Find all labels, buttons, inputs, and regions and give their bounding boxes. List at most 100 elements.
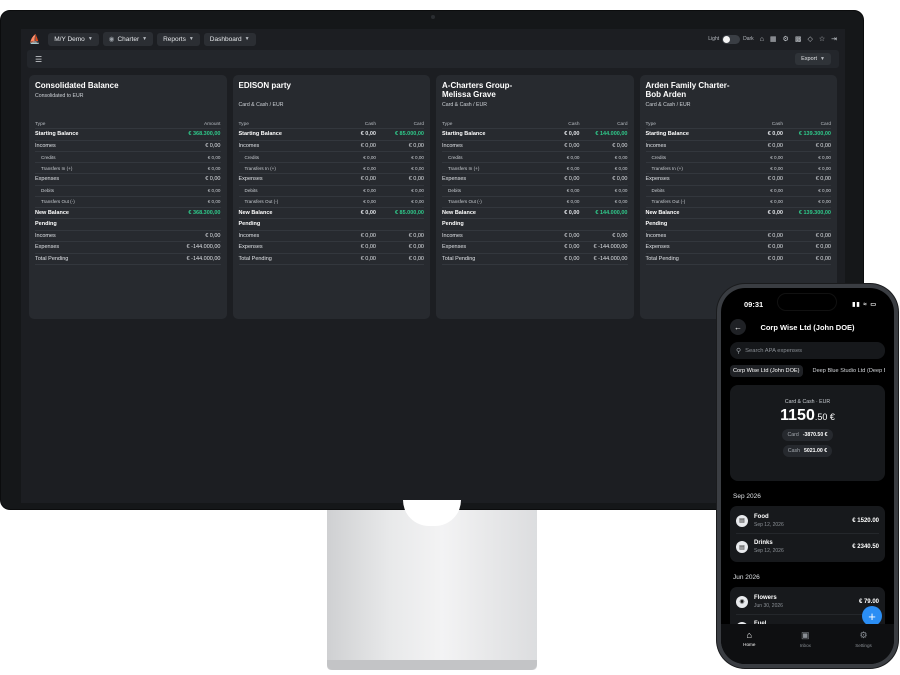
row-cash: € 0,00 [767, 232, 783, 239]
tab-corp-wise[interactable]: Corp Wise Ltd (John DOE) [730, 365, 803, 377]
transaction-name: Food [754, 513, 769, 520]
table-row: Starting Balance € 0,00 € 139.300,00 [645, 129, 831, 141]
row-value: € 0,00 [818, 154, 831, 160]
col-card: Card [617, 122, 628, 127]
row-value: € 0,00 [614, 199, 628, 204]
table-row: Credits € 0,00 [35, 152, 221, 163]
col-type: Type [238, 122, 249, 127]
tab-home[interactable]: ⌂ Home [743, 630, 755, 664]
menu-charter[interactable]: ◉ Charter ▼ [102, 32, 154, 46]
search-bar[interactable]: ⚲ [730, 342, 885, 359]
tab-inbox[interactable]: ▣ Inbox [800, 630, 811, 664]
card-value: -3870.50 € [802, 432, 828, 438]
boat-logo-icon[interactable]: ⛵ [29, 34, 40, 45]
table-row: New Balance € 0,00 € 85.000,00 [238, 208, 424, 219]
row-label: Transfers In (+) [651, 165, 683, 171]
menu-dashboard[interactable]: Dashboard ▼ [203, 32, 256, 46]
table-row: Total Pending € 0,00 € 0,00 [645, 254, 831, 265]
row-value: € 0,00 [411, 199, 424, 204]
card-subtitle: Card & Cash / EUR [442, 102, 487, 108]
row-label: Incomes [238, 142, 260, 149]
row-label: Starting Balance [238, 131, 282, 138]
table-row: Expenses € 0,00 € 0,00 [238, 242, 424, 254]
row-value: € 368.300,00 [188, 209, 221, 216]
tag-icon[interactable]: ◇ [807, 35, 812, 43]
row-label: Credits [244, 154, 260, 160]
list-item[interactable]: ▤ Drinks Sep 12, 2026 € 2340.50 [736, 534, 879, 560]
table-row: Expenses € -144.000,00 [35, 242, 221, 254]
mobile-phone: 09:31 ▮▮ ≈ ▭ ← Corp Wise Ltd (John DOE) … [717, 284, 898, 668]
add-expense-button[interactable]: + [862, 606, 882, 626]
list-item[interactable]: ▤ Food Sep 12, 2026 € 1520.00 [736, 508, 879, 534]
tab-deep-blue[interactable]: Deep Blue Studio Ltd (Deep Blu [811, 365, 885, 377]
row-label: Debits [41, 188, 55, 193]
row-value: € 0,00 [612, 176, 628, 183]
row-value: € 0,00 [408, 255, 424, 262]
table-header: Type Amount [35, 121, 221, 129]
section-month-title: Jun 2026 [733, 574, 760, 581]
row-label: Expenses [645, 244, 670, 251]
settings-icon[interactable]: ⚙ [783, 35, 789, 43]
menu-vessel-label: M/Y Demo [54, 35, 85, 43]
table-row: Incomes € 0,00 € 0,00 [645, 231, 831, 242]
table-row: Transfers In (+) € 0,00 € 0,00 [645, 163, 831, 174]
row-label: Expenses [645, 176, 670, 183]
table-row: Incomes € 0,00 € 0,00 [442, 141, 628, 152]
row-value: € 139.300,00 [798, 209, 831, 216]
menu-vessel[interactable]: M/Y Demo ▼ [48, 32, 99, 46]
export-button[interactable]: Export ▼ [795, 53, 831, 65]
table-row: Debits € 0,00 € 0,00 [238, 186, 424, 197]
row-label: Transfers In (+) [41, 165, 73, 171]
table-row: Transfers In (+) € 0,00 € 0,00 [442, 163, 628, 174]
chevron-down-icon: ▼ [244, 36, 250, 42]
row-value: € 368.300,00 [188, 131, 221, 138]
phone-header: ← Corp Wise Ltd (John DOE) [730, 316, 885, 338]
row-label: Starting Balance [645, 131, 689, 138]
row-value: € 0,00 [614, 188, 628, 193]
row-label: Incomes [35, 142, 56, 149]
table-row: Total Pending € 0,00 € -144.000,00 [442, 254, 628, 265]
row-cash: € 0,00 [360, 209, 376, 216]
col-type: Type [645, 122, 656, 127]
list-item[interactable]: ◉ Flowers Jun 30, 2026 € 79.00 [736, 589, 879, 615]
theme-toggle[interactable] [722, 34, 741, 44]
row-cash: € 0,00 [363, 199, 376, 204]
row-cash: € 0,00 [360, 232, 376, 239]
globe-icon: ◉ [108, 36, 115, 43]
home-icon[interactable]: ⌂ [760, 36, 764, 43]
table-row: Expenses € 0,00 € 0,00 [238, 174, 424, 186]
balance-integer: 1150 [780, 407, 815, 424]
logout-icon[interactable]: ⇥ [831, 35, 837, 43]
row-label: Incomes [442, 232, 463, 239]
status-time: 09:31 [744, 299, 764, 309]
search-input[interactable] [745, 347, 876, 354]
row-cash: € 0,00 [770, 199, 783, 204]
hamburger-menu-icon[interactable]: ☰ [35, 55, 42, 64]
row-cash: € 0,00 [360, 176, 376, 183]
row-label: Starting Balance [35, 131, 79, 138]
row-value: € 85.000,00 [394, 209, 424, 216]
row-cash: € 0,00 [363, 165, 376, 171]
row-value: € 0,00 [612, 232, 628, 239]
row-label: Incomes [442, 142, 463, 149]
phone-page-title: Corp Wise Ltd (John DOE) [760, 322, 855, 332]
menu-reports[interactable]: Reports ▼ [157, 32, 200, 46]
table-row: New Balance € 368.300,00 [35, 208, 221, 219]
table-row: Incomes € 0,00 € 0,00 [238, 231, 424, 242]
table-row: Expenses € 0,00 € 0,00 [442, 174, 628, 186]
bottom-tab-bar: ⌂ Home ▣ Inbox ⚙ Settings [721, 624, 894, 664]
row-value: € 0,00 [818, 188, 831, 193]
table-row: Debits € 0,00 [35, 186, 221, 197]
row-value: € -144.000,00 [593, 255, 628, 262]
tab-settings[interactable]: ⚙ Settings [855, 630, 872, 664]
row-cash: € 0,00 [566, 188, 580, 193]
star-icon[interactable]: ☆ [819, 35, 825, 43]
grid-icon[interactable]: ▩ [795, 35, 802, 43]
back-button[interactable]: ← [730, 319, 746, 335]
signal-wifi-battery-icon: ▮▮ ≈ ▭ [852, 301, 877, 308]
row-label: Credits [41, 154, 56, 160]
card-label: Card [787, 432, 799, 438]
calendar-icon[interactable]: ▦ [770, 35, 777, 43]
row-label: Transfers Out (-) [651, 199, 686, 204]
row-cash: € 0,00 [360, 255, 376, 262]
